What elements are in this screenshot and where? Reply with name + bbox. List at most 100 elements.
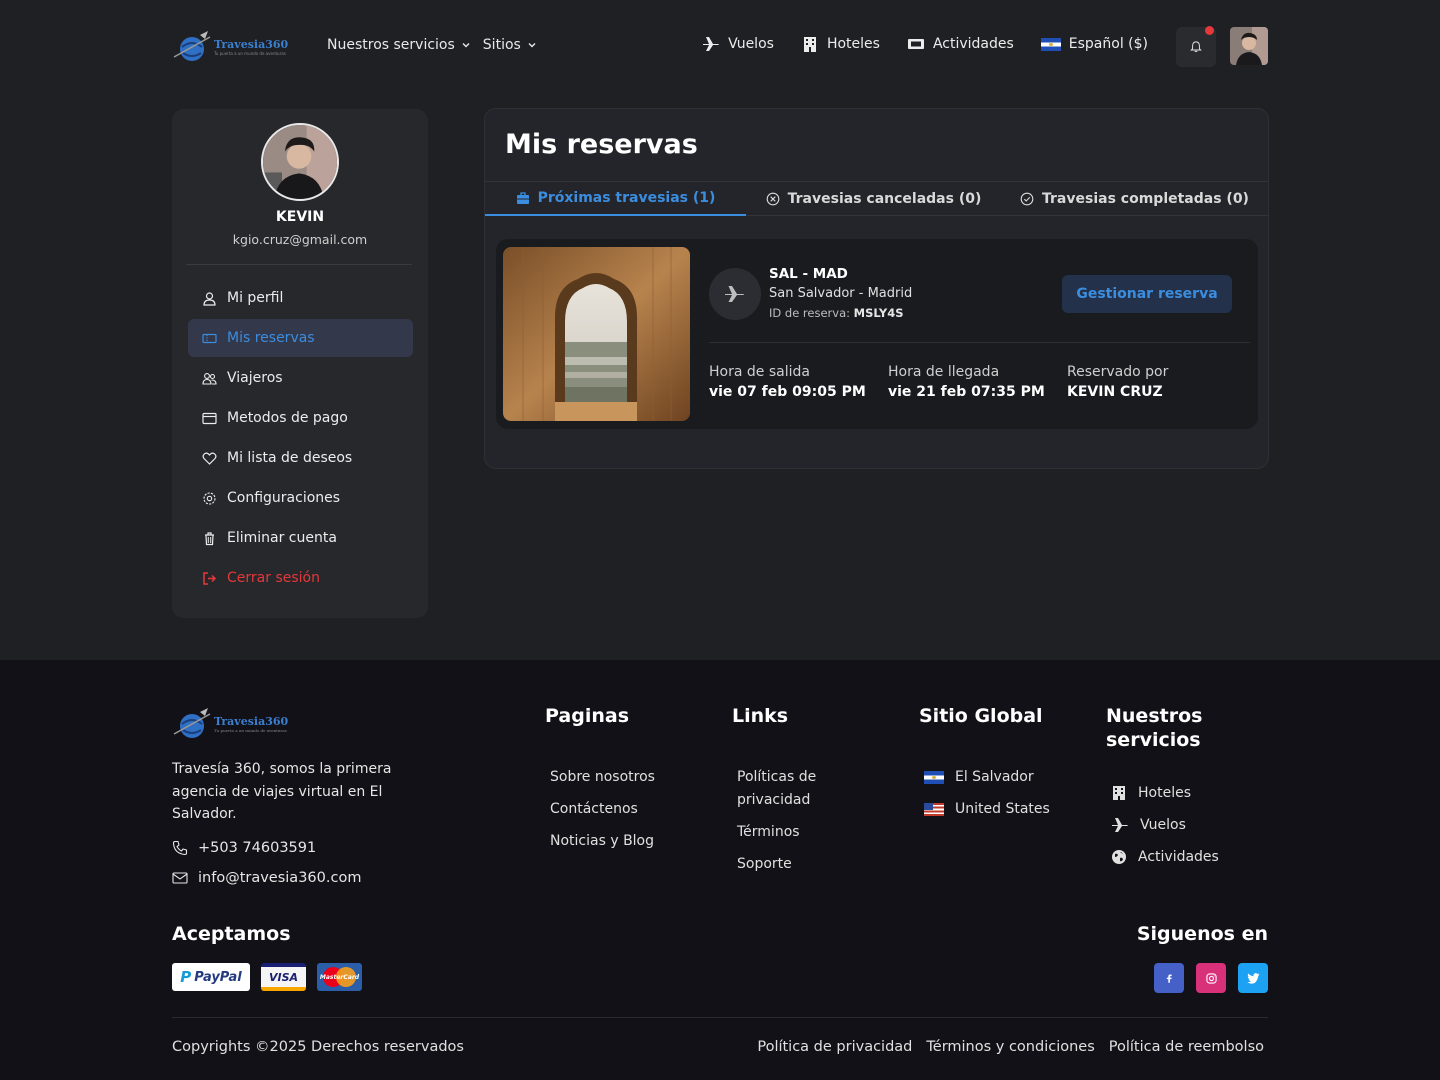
- accept-heading: Aceptamos: [172, 923, 291, 945]
- us-flag-icon: [924, 802, 944, 816]
- globe-logo-icon: [173, 708, 211, 738]
- site-label: United States: [955, 801, 1050, 817]
- nav-flights-link[interactable]: Vuelos: [702, 36, 774, 52]
- footer-pages-column: Paginas Sobre nosotros Contáctenos Notic…: [545, 704, 655, 862]
- menu-item-label: Cerrar sesión: [227, 570, 320, 586]
- footer-service-actividades[interactable]: Actividades: [1111, 846, 1236, 869]
- menu-item-mi-perfil[interactable]: Mi perfil: [188, 279, 413, 317]
- logout-icon: [203, 571, 217, 585]
- paypal-logo-icon: P: [180, 968, 192, 986]
- footer-service-vuelos[interactable]: Vuelos: [1111, 814, 1236, 837]
- phone-number: +503 74603591: [198, 840, 317, 856]
- email-address: info@travesia360.com: [198, 870, 362, 886]
- footer-link-contactenos[interactable]: Contáctenos: [550, 798, 655, 821]
- legal-link-terminos[interactable]: Términos y condiciones: [926, 1039, 1094, 1055]
- brand-logo[interactable]: Travesia360 Tu puerta a un mundo de avent…: [172, 27, 306, 67]
- brand-tagline: Tu puerta a un mundo de aventuras: [214, 50, 286, 56]
- profile-menu: Mi perfil Mis reservas Viajeros Metodos …: [188, 279, 413, 599]
- nav-hotels-link[interactable]: Hoteles: [801, 36, 880, 52]
- plane-icon: [1112, 818, 1128, 833]
- menu-item-configuraciones[interactable]: Configuraciones: [188, 479, 413, 517]
- tab-cancelled[interactable]: Travesias canceladas (0): [746, 182, 1001, 216]
- menu-item-cerrar-sesion[interactable]: Cerrar sesión: [188, 559, 413, 597]
- chevron-down-icon: [528, 43, 536, 48]
- brand-name: Travesia360: [214, 714, 289, 728]
- language-selector[interactable]: Español ($): [1040, 36, 1148, 52]
- nav-services-label: Nuestros servicios: [327, 37, 455, 53]
- el-salvador-flag-icon: [924, 770, 944, 784]
- footer-site-united-states[interactable]: United States: [924, 798, 1050, 821]
- manage-booking-button[interactable]: Gestionar reserva: [1062, 275, 1232, 313]
- booking-cities: San Salvador - Madrid: [769, 286, 913, 301]
- facebook-button[interactable]: [1154, 963, 1184, 993]
- ticket-icon: [202, 333, 217, 343]
- flight-icon-badge: [709, 268, 761, 320]
- twitter-button[interactable]: [1238, 963, 1268, 993]
- footer-logo[interactable]: Travesia360 Tu puerta a un mundo de avent…: [172, 704, 306, 744]
- menu-item-mis-reservas[interactable]: Mis reservas: [188, 319, 413, 357]
- booking-route: SAL - MAD: [769, 266, 848, 282]
- divider: [186, 264, 412, 265]
- footer-heading: Paginas: [545, 705, 630, 727]
- footer-service-hoteles[interactable]: Hoteles: [1111, 782, 1236, 805]
- alhambra-arch-image: [503, 247, 690, 421]
- menu-item-lista-de-deseos[interactable]: Mi lista de deseos: [188, 439, 413, 477]
- tab-label: Travesias canceladas (0): [787, 191, 982, 207]
- menu-item-label: Mi perfil: [227, 290, 284, 306]
- booked-by-info: Reservado por KEVIN CRUZ: [1067, 364, 1168, 400]
- notifications-button[interactable]: [1176, 26, 1216, 67]
- visa-label: VISA: [268, 970, 299, 984]
- follow-heading: Siguenos en: [1136, 923, 1268, 945]
- divider: [172, 1017, 1268, 1018]
- brand-name: Travesia360: [214, 37, 289, 51]
- departure-value: vie 07 feb 09:05 PM: [709, 384, 866, 400]
- legal-link-privacidad[interactable]: Política de privacidad: [757, 1039, 912, 1055]
- user-avatar-image: [1230, 27, 1268, 65]
- check-circle-icon: [1020, 192, 1034, 206]
- footer-heading: Links: [732, 705, 789, 727]
- tab-completed[interactable]: Travesias completadas (0): [1001, 182, 1268, 216]
- service-label: Actividades: [1138, 849, 1219, 865]
- footer-heading: Sitio Global: [919, 705, 1043, 727]
- chevron-down-icon: [462, 43, 470, 48]
- nav-services-dropdown[interactable]: Nuestros servicios: [327, 37, 471, 53]
- profile-sidebar: KEVIN kgio.cruz@gmail.com Mi perfil Mis …: [172, 109, 428, 618]
- footer-phone[interactable]: +503 74603591: [172, 840, 316, 856]
- menu-item-label: Viajeros: [227, 370, 283, 386]
- el-salvador-flag-icon: [1040, 37, 1061, 51]
- reservation-id-value: MSLY4S: [853, 306, 904, 320]
- users-icon: [202, 372, 217, 385]
- reservation-id-label: ID de reserva:: [769, 306, 851, 320]
- footer-link-terminos[interactable]: Términos: [737, 821, 882, 844]
- social-links: [1154, 963, 1268, 993]
- profile-name: KEVIN: [275, 209, 325, 225]
- header-avatar[interactable]: [1230, 27, 1268, 65]
- departure-info: Hora de salida vie 07 feb 09:05 PM: [709, 364, 866, 400]
- footer-link-soporte[interactable]: Soporte: [737, 853, 882, 876]
- twitter-icon: [1246, 972, 1259, 984]
- page-title: Mis reservas: [505, 129, 698, 160]
- nav-activities-link[interactable]: Actividades: [907, 36, 1014, 52]
- plane-icon: [725, 286, 745, 302]
- menu-item-viajeros[interactable]: Viajeros: [188, 359, 413, 397]
- heart-icon: [202, 452, 217, 465]
- copyright-text: Copyrights ©2025 Derechos reservados: [172, 1039, 464, 1055]
- footer-link-privacidad[interactable]: Políticas de privacidad: [737, 766, 882, 811]
- tab-upcoming[interactable]: Próximas travesias (1): [485, 182, 746, 216]
- ticket-icon: [907, 39, 924, 49]
- site-label: El Salvador: [955, 769, 1034, 785]
- legal-link-reembolso[interactable]: Política de reembolso: [1109, 1039, 1264, 1055]
- footer-link-sobre-nosotros[interactable]: Sobre nosotros: [550, 766, 655, 789]
- menu-item-eliminar-cuenta[interactable]: Eliminar cuenta: [188, 519, 413, 557]
- hotel-icon: [1113, 786, 1125, 801]
- footer-link-noticias[interactable]: Noticias y Blog: [550, 830, 655, 853]
- footer-email[interactable]: info@travesia360.com: [172, 870, 361, 886]
- menu-item-metodos-de-pago[interactable]: Metodos de pago: [188, 399, 413, 437]
- reservation-tabs: Próximas travesias (1) Travesias cancela…: [485, 182, 1268, 216]
- arrival-label: Hora de llegada: [888, 364, 1000, 380]
- facebook-icon: [1166, 974, 1172, 983]
- nav-sites-dropdown[interactable]: Sitios: [483, 37, 537, 53]
- instagram-button[interactable]: [1196, 963, 1226, 993]
- mail-icon: [172, 872, 188, 884]
- footer-site-el-salvador[interactable]: El Salvador: [924, 766, 1050, 789]
